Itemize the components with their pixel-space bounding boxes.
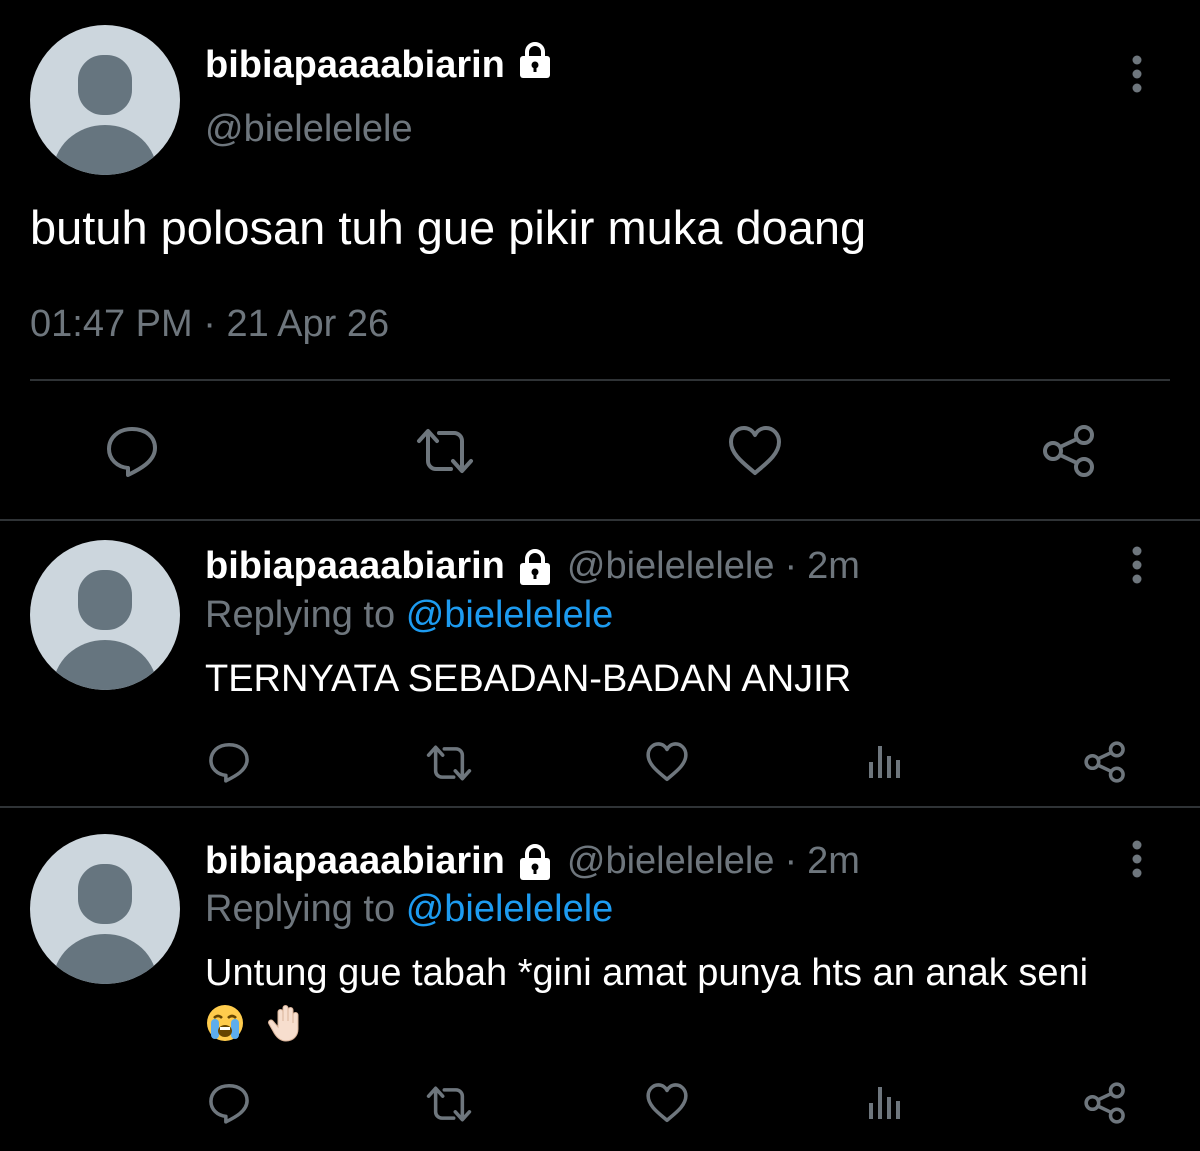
share-icon[interactable] (1040, 423, 1098, 479)
display-name[interactable]: bibiapaaaabiarin (205, 840, 505, 883)
like-icon[interactable] (644, 740, 690, 784)
handle[interactable]: @bielelelele (205, 108, 413, 151)
separator: · (784, 840, 798, 882)
retweet-icon[interactable] (423, 741, 475, 785)
reply-header: bibiapaaaabiarin @bielelelele · 2m (205, 545, 860, 588)
share-icon[interactable] (1082, 1081, 1128, 1125)
display-name[interactable]: bibiapaaaabiarin (205, 44, 505, 87)
replying-to: Replying to @bielelelele (205, 888, 613, 931)
main-tweet-header: bibiapaaaabiarin (205, 40, 555, 90)
default-profile-icon (53, 570, 157, 690)
tweet-time: 01:47 PM (30, 303, 193, 345)
tweet-timestamp[interactable]: 01:47 PM · 21 Apr 26 (30, 303, 389, 346)
separator: · (784, 545, 798, 587)
default-profile-icon (53, 864, 157, 984)
lock-icon (515, 40, 555, 90)
share-icon[interactable] (1082, 740, 1128, 784)
retweet-icon[interactable] (423, 1082, 475, 1126)
reply-text-line: Untung gue tabah *gini amat punya hts an… (205, 952, 1089, 994)
mention-link[interactable]: @bielelelele (406, 888, 614, 930)
handle[interactable]: @bielelelele (567, 545, 775, 588)
reply-icon[interactable] (104, 423, 160, 479)
reply-icon[interactable] (206, 740, 252, 784)
reply-header: bibiapaaaabiarin @bielelelele · 2m (205, 840, 860, 883)
lock-icon (515, 547, 555, 587)
reply-text: TERNYATA SEBADAN-BADAN ANJIR (205, 658, 852, 700)
reply-time[interactable]: 2m (807, 545, 860, 588)
handle[interactable]: @bielelelele (567, 840, 775, 883)
avatar[interactable] (30, 25, 180, 175)
retweet-icon[interactable] (413, 423, 477, 479)
like-icon[interactable] (726, 423, 784, 479)
reply-time[interactable]: 2m (807, 840, 860, 883)
raised-hand-emoji (266, 1003, 306, 1043)
divider (0, 806, 1200, 808)
crying-face-emoji (205, 1003, 245, 1043)
lock-icon (515, 842, 555, 882)
time-separator: · (203, 303, 216, 345)
more-options-icon[interactable] (1127, 546, 1147, 591)
emoji-line (205, 998, 1088, 1044)
divider (30, 379, 1170, 381)
replying-label: Replying to (205, 888, 396, 930)
mention-link[interactable]: @bielelelele (406, 594, 614, 636)
tweet-date: 21 Apr 26 (226, 303, 390, 345)
reply-icon[interactable] (206, 1081, 252, 1125)
avatar[interactable] (30, 834, 180, 984)
avatar[interactable] (30, 540, 180, 690)
analytics-icon[interactable] (866, 740, 906, 784)
tweet-text: butuh polosan tuh gue pikir muka doang (30, 201, 867, 254)
more-options-icon[interactable] (1127, 55, 1147, 100)
replying-label: Replying to (205, 594, 396, 636)
divider (0, 519, 1200, 521)
replying-to: Replying to @bielelelele (205, 594, 613, 637)
more-options-icon[interactable] (1127, 840, 1147, 885)
default-profile-icon (53, 55, 157, 175)
reply-text: Untung gue tabah *gini amat punya hts an… (205, 950, 1088, 1044)
display-name[interactable]: bibiapaaaabiarin (205, 545, 505, 588)
analytics-icon[interactable] (866, 1081, 906, 1125)
like-icon[interactable] (644, 1081, 690, 1125)
